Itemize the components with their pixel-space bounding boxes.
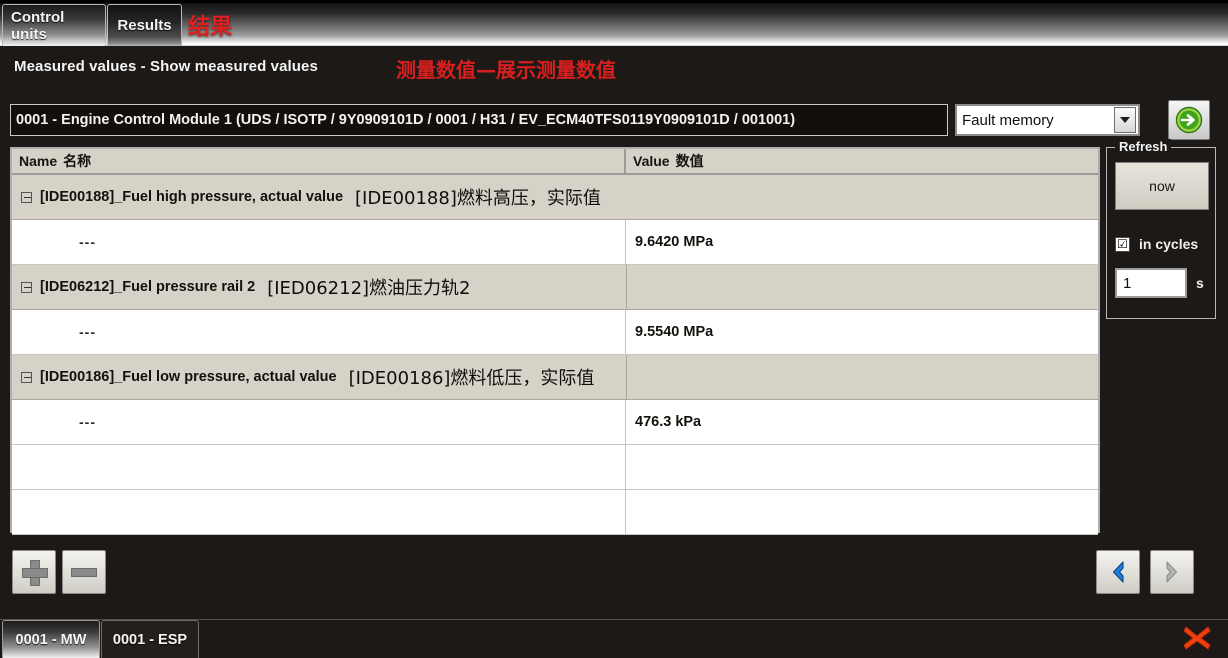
measured-value-name-cn: [IDE00188]燃料高压，实际值 [355,188,601,209]
collapse-toggle-icon[interactable] [21,281,32,293]
collapse-toggle-icon[interactable] [21,371,32,383]
cell-value [626,265,1098,309]
interval-row: 1 s [1115,268,1204,298]
cell-name: [IDE00186]_Fuel low pressure, actual val… [12,355,626,399]
table-header-row: Name 名称 Value 数值 [12,149,1098,175]
ecu-identifier-text: 0001 - Engine Control Module 1 (UDS / IS… [16,112,796,128]
bottom-tab-mw-label: 0001 - MW [15,631,87,648]
in-cycles-checkbox[interactable]: ☑ [1115,236,1130,252]
measured-values-table: Name 名称 Value 数值 [IDE00188]_Fuel high pr… [10,147,1100,535]
bottom-tab-esp-label: 0001 - ESP [112,631,188,648]
measured-value-placeholder: --- [79,234,96,250]
collapse-toggle-icon[interactable] [21,191,32,203]
measured-value-placeholder: --- [79,324,96,340]
remove-measured-value-button[interactable] [62,550,106,594]
cell-value [626,445,1098,489]
refresh-panel-legend: Refresh [1115,139,1172,154]
measured-value-name-cn: [IED06212]燃油压力轨2 [267,278,471,299]
add-measured-value-button[interactable] [12,550,56,594]
table-row[interactable] [12,490,1098,535]
mode-select-value: Fault memory [962,111,1054,129]
measured-value-name-en: [IDE00188]_Fuel high pressure, actual va… [40,189,344,205]
chevron-left-icon [1112,561,1124,583]
cell-name: --- [12,400,626,444]
column-header-value[interactable]: Value 数值 [626,149,1098,173]
measured-value-name-en: [IDE00186]_Fuel low pressure, actual val… [40,369,337,385]
refresh-panel: Refresh now ☑ in cycles 1 s [1106,139,1216,319]
measured-value-reading: 9.5540 MPa [635,324,714,340]
page-title-chinese: 测量数值—展示测量数值 [396,58,616,82]
cell-name [12,445,626,489]
plus-icon [21,559,48,586]
table-body: [IDE00188]_Fuel high pressure, actual va… [12,175,1098,535]
measured-value-name-en: [IDE06212]_Fuel pressure rail 2 [40,279,256,295]
refresh-now-label: now [1149,178,1175,194]
tab-control-units-label: Control units [11,8,65,43]
mode-select[interactable]: Fault memory [955,104,1140,136]
measured-value-reading: 9.6420 MPa [635,234,714,250]
table-group-row[interactable]: [IDE00186]_Fuel low pressure, actual val… [12,355,1098,400]
go-button[interactable] [1168,100,1210,140]
page-title: Measured values - Show measured values [14,58,318,75]
in-cycles-row[interactable]: ☑ in cycles [1115,236,1198,252]
minus-icon [71,567,97,577]
chevron-down-icon[interactable] [1114,107,1136,133]
cell-value: 9.5540 MPa [626,310,1098,354]
red-x-icon [1183,626,1211,650]
tab-results-chinese-label: 结果 [188,15,233,40]
table-row[interactable] [12,445,1098,490]
page-title-bar: Measured values - Show measured values 测… [0,46,1228,98]
table-group-row[interactable]: [IDE06212]_Fuel pressure rail 2 [IED06212… [12,265,1098,310]
measured-value-placeholder: --- [79,414,96,430]
ecu-identifier-field[interactable]: 0001 - Engine Control Module 1 (UDS / IS… [10,104,948,136]
column-header-name-en: Name [19,153,58,169]
previous-button[interactable] [1096,550,1140,594]
table-row[interactable]: --- 476.3 kPa [12,400,1098,445]
table-group-row[interactable]: [IDE00188]_Fuel high pressure, actual va… [12,175,1098,220]
column-header-value-cn: 数值 [675,154,704,170]
cell-name: [IDE06212]_Fuel pressure rail 2 [IED06212… [12,265,626,309]
cell-name: --- [12,220,626,264]
measured-value-reading: 476.3 kPa [635,414,702,430]
cell-value [626,490,1098,534]
cell-value [626,355,1098,399]
cell-name: --- [12,310,626,354]
bottom-tab-mw[interactable]: 0001 - MW [2,620,100,658]
table-row[interactable]: --- 9.5540 MPa [12,310,1098,355]
table-row[interactable]: --- 9.6420 MPa [12,220,1098,265]
tab-results[interactable]: Results [107,4,182,46]
measured-value-name-cn: [IDE00186]燃料低压，实际值 [348,368,595,389]
close-button[interactable] [1180,623,1214,653]
column-header-name[interactable]: Name 名称 [12,149,626,173]
diagnostic-app-window: Control units Results 结果 Measured values… [0,0,1228,658]
interval-unit-label: s [1196,275,1204,291]
green-arrow-right-icon [1175,106,1203,134]
refresh-now-button[interactable]: now [1115,162,1209,210]
interval-input[interactable]: 1 [1115,268,1187,298]
chevron-right-icon [1166,561,1178,583]
cell-value: 476.3 kPa [626,400,1098,444]
cell-name [12,490,626,534]
column-header-value-en: Value [633,153,670,169]
cell-name: [IDE00188]_Fuel high pressure, actual va… [12,175,1098,219]
tab-control-units[interactable]: Control units [2,4,106,46]
next-button[interactable] [1150,550,1194,594]
bottom-tab-esp[interactable]: 0001 - ESP [101,620,199,658]
tab-results-label: Results [117,17,172,34]
cell-value: 9.6420 MPa [626,220,1098,264]
top-tab-bar: Control units Results 结果 [0,0,1228,46]
in-cycles-label: in cycles [1139,236,1199,252]
column-header-name-cn: 名称 [63,154,92,170]
